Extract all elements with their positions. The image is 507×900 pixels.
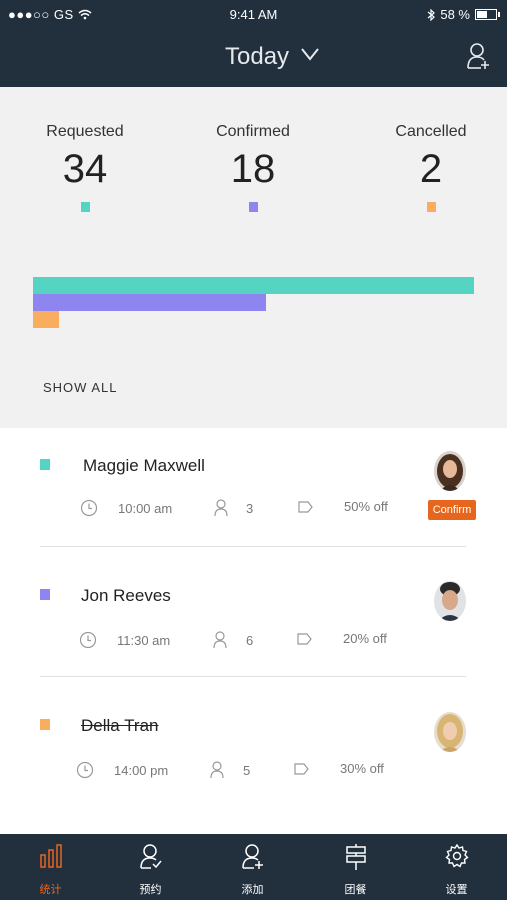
stats-panel: Requested 34 Confirmed 18 Cancelled 2 SH… [0,87,507,428]
reservation-time: 10:00 am [118,500,173,516]
stat-color-marker [248,202,258,212]
stat-requested: Requested 34 [25,123,145,212]
tag-icon [294,762,309,775]
divider [40,546,466,547]
gear-icon [444,844,469,868]
list-item[interactable]: Della Tran 14:00 pm 5 30% off [0,688,507,818]
person-icon [214,499,228,517]
party-meta: 6 [212,631,253,649]
discount: 30% off [340,761,384,776]
tab-label: 设置 [445,884,468,896]
stat-confirmed: Confirmed 18 [193,123,313,212]
reservation-time: 14:00 pm [114,762,169,778]
stat-value: 18 [230,147,276,191]
tab-settings[interactable]: 设置 [406,834,507,900]
list-item[interactable]: Jon Reeves 11:30 am 6 20% off [0,558,507,688]
confirmed-bar [33,294,266,311]
guest-name: Jon Reeves [81,586,171,605]
time-meta: 11:30 am [79,631,170,649]
guest-name: Della Tran [81,716,159,735]
party-size: 6 [246,632,254,648]
clock-icon [79,631,97,649]
stat-value: 34 [62,147,108,191]
tab-add[interactable]: 添加 [202,834,303,900]
bar-chart-icon [39,844,62,868]
battery-percent: 58 % [440,7,470,22]
clock-icon [76,761,94,779]
party-meta: 3 [213,499,253,517]
discount-meta: 30% off [294,761,384,776]
reservation-list: Maggie Maxwell 10:00 am 3 50% off Confir… [0,428,507,834]
requested-bar [33,277,474,294]
avatar [434,712,466,752]
time-meta: 10:00 am [80,499,172,517]
discount: 20% off [343,631,387,646]
tab-label: 添加 [241,884,264,896]
bluetooth-icon [427,8,436,21]
tab-bar: 统计 预约 添加 团餐 设置 [0,834,507,900]
tag-icon [297,632,312,645]
divider [40,676,466,677]
status-right: 58 % [427,7,500,22]
discount: 50% off [344,499,388,514]
stat-label: Cancelled [395,123,467,140]
confirm-button[interactable]: Confirm [428,500,476,520]
tag-icon [298,500,313,513]
clock-icon [80,499,98,517]
cancelled-bar [33,311,59,328]
party-meta: 5 [209,761,250,779]
stat-label: Confirmed [216,123,290,140]
person-add-icon [241,844,263,869]
person-check-icon [139,844,162,869]
party-size: 5 [243,762,251,778]
tab-reservations[interactable]: 预约 [100,834,201,900]
chevron-down-icon[interactable] [300,46,320,62]
app-header: ●●●○○ GS 9:41 AM 58 % Today [0,0,507,87]
avatar [434,451,466,491]
status-bar: ●●●○○ GS 9:41 AM 58 % [0,0,507,30]
tab-statistics[interactable]: 统计 [0,834,101,900]
stat-label: Requested [46,123,124,140]
stat-color-marker [426,202,436,212]
status-marker [40,589,50,600]
tab-group-meals[interactable]: 团餐 [305,834,406,900]
avatar [434,581,466,621]
stat-color-marker [80,202,90,212]
status-marker [40,459,50,470]
add-user-icon[interactable] [466,42,490,70]
battery-icon [475,9,500,20]
party-size: 3 [246,500,254,516]
discount-meta: 20% off [297,631,387,646]
tab-label: 团餐 [344,884,367,896]
tab-label: 预约 [139,884,162,896]
status-marker [40,719,50,730]
signpost-icon [345,844,366,870]
show-all-link[interactable]: SHOW ALL [43,380,117,395]
time-meta: 14:00 pm [76,761,168,779]
title-row: Today [0,38,507,78]
person-icon [213,631,227,649]
stat-cancelled: Cancelled 2 [371,123,491,212]
stat-value: 2 [419,147,443,191]
list-item[interactable]: Maggie Maxwell 10:00 am 3 50% off Confir… [0,428,507,558]
discount-meta: 50% off [298,499,388,514]
guest-name: Maggie Maxwell [83,456,205,475]
tab-label: 统计 [39,884,62,896]
date-filter-title[interactable]: Today [225,43,289,71]
reservation-time: 11:30 am [117,632,171,648]
person-icon [210,761,224,779]
